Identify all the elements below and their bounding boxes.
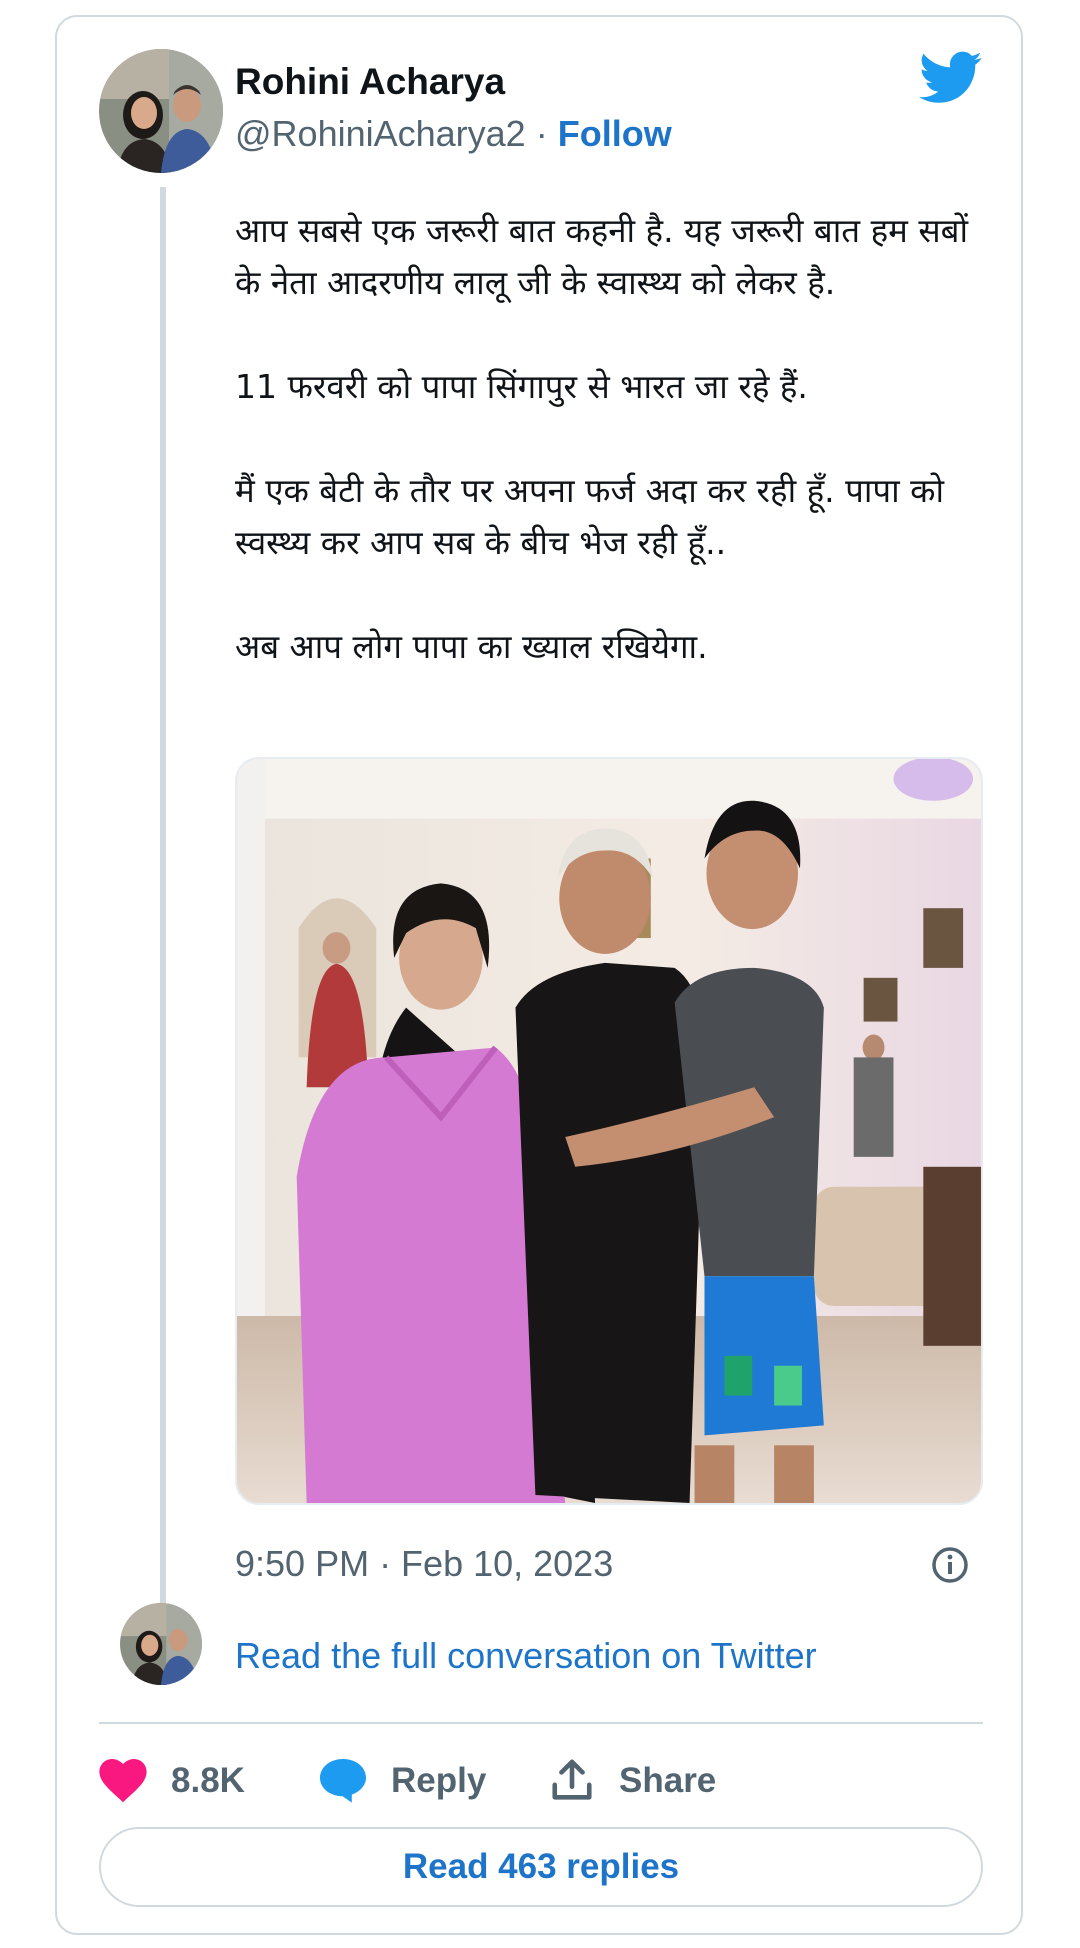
tweet-actions: 8.8K Reply Share — [99, 1745, 983, 1817]
thread-connector-line — [160, 187, 166, 1605]
tweet-photo[interactable] — [235, 757, 983, 1505]
author-avatar[interactable] — [99, 49, 223, 173]
avatar-image — [120, 1603, 202, 1685]
share-upload-icon — [552, 1759, 592, 1800]
follow-link[interactable]: Follow — [558, 113, 672, 154]
author-handle-row: @RohiniAcharya2 · Follow — [235, 113, 672, 155]
author-handle[interactable]: @RohiniAcharya2 — [235, 113, 526, 154]
tweet-paragraph: मैं एक बेटी के तौर पर अपना फर्ज अदा कर र… — [235, 471, 945, 562]
share-label: Share — [619, 1761, 717, 1800]
tweet-paragraph: अब आप लोग पापा का ख्याल रखियेगा. — [235, 627, 708, 666]
reply-avatar[interactable] — [120, 1603, 202, 1685]
actions-divider — [99, 1722, 983, 1724]
tweet-paragraph: 11 फरवरी को पापा सिंगापुर से भारत जा रहे… — [235, 367, 808, 406]
like-button[interactable]: 8.8K — [99, 1745, 245, 1817]
read-full-conversation-link[interactable]: Read the full conversation on Twitter — [235, 1635, 817, 1677]
speech-bubble-icon — [320, 1759, 366, 1803]
tweet-timestamp[interactable]: 9:50 PM · Feb 10, 2023 — [235, 1543, 613, 1585]
tweet-card: Rohini Acharya @RohiniAcharya2 · Follow … — [55, 15, 1023, 1935]
tweet-paragraph: आप सबसे एक जरूरी बात कहनी है. यह जरूरी ब… — [235, 211, 969, 302]
twitter-bird-icon[interactable] — [919, 51, 983, 105]
reply-label: Reply — [391, 1761, 487, 1800]
like-count: 8.8K — [171, 1761, 245, 1800]
reply-button[interactable]: Reply — [319, 1745, 486, 1817]
author-name[interactable]: Rohini Acharya — [235, 61, 505, 103]
info-icon[interactable] — [931, 1546, 969, 1584]
handle-separator: · — [535, 113, 548, 154]
heart-icon — [99, 1759, 147, 1803]
avatar-image — [99, 49, 223, 173]
read-replies-button[interactable]: Read 463 replies — [99, 1827, 983, 1907]
share-button[interactable]: Share — [549, 1745, 716, 1817]
tweet-text: आप सबसे एक जरूरी बात कहनी है. यह जरूरी ब… — [235, 205, 995, 725]
photo-family-group — [237, 759, 981, 1503]
